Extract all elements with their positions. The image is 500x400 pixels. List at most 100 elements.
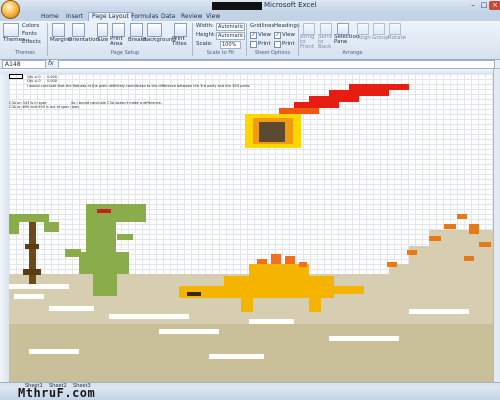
headings-print-label: Print (282, 41, 295, 47)
green-dino-body (79, 252, 129, 274)
arrange-group-label: Arrange (342, 50, 363, 56)
worksheet-grid[interactable]: Qty ≤ 0 0.000 Qty ≥ 0 0.000 I would conc… (9, 74, 497, 382)
tab-insert[interactable]: Insert (63, 12, 86, 21)
print-area-icon[interactable] (112, 23, 125, 37)
align-button[interactable]: Align (357, 35, 371, 41)
size-button[interactable]: Size (97, 37, 108, 43)
lava (407, 250, 417, 255)
background-icon[interactable] (147, 23, 162, 37)
sand-gap (249, 319, 294, 324)
headings-view-checkbox[interactable]: ✓ (274, 32, 281, 39)
group-divider (246, 23, 247, 56)
sand-gap (329, 336, 399, 341)
width-label: Width: (196, 23, 214, 29)
headings-print-checkbox[interactable] (274, 41, 281, 48)
tab-review[interactable]: Review (178, 12, 205, 21)
sand-gap (29, 349, 79, 354)
stego-plate (271, 254, 281, 264)
lava (429, 236, 441, 241)
lava (469, 224, 479, 234)
green-dino-head (86, 204, 146, 222)
height-label: Height: (196, 32, 217, 38)
volcano-slope (409, 246, 497, 264)
effects-button[interactable]: Effects (22, 39, 41, 45)
width-select[interactable]: Automatic (216, 23, 245, 31)
stego-tail (334, 286, 364, 294)
colors-button[interactable]: Colors (22, 23, 39, 29)
palm-trunk (23, 269, 41, 275)
lava (444, 224, 456, 229)
green-dino-legs (93, 274, 117, 296)
sand-gap (49, 306, 94, 311)
breaks-icon[interactable] (130, 23, 143, 37)
orientation-icon[interactable] (72, 23, 85, 37)
ribbon-tabs: Home Insert Page Layout Formulas Data Re… (0, 12, 500, 21)
headings-view-label: View (282, 32, 296, 38)
selection-pane-button[interactable]: Selection Pane (334, 34, 359, 45)
tab-data[interactable]: Data (158, 12, 178, 21)
stego-plate (299, 262, 307, 267)
close-button[interactable]: × (489, 1, 500, 10)
ribbon: Themes Colors Fonts Effects Themes Margi… (0, 21, 500, 60)
stego-eye (187, 292, 201, 296)
orientation-button[interactable]: Orientation (68, 37, 99, 43)
sheet-options-group-label: Sheet Options (254, 50, 291, 56)
group-button[interactable]: Group (372, 35, 389, 41)
green-dino-eye (97, 209, 111, 213)
sand-ground-lower (9, 324, 497, 382)
stego-plate (285, 256, 295, 264)
bring-to-front-button[interactable]: Bring to Front (300, 34, 316, 50)
headings-label: Headings (274, 23, 300, 29)
palm-leaves (9, 214, 49, 222)
sand-gap (159, 329, 219, 334)
sand-gap (9, 284, 69, 289)
tab-home[interactable]: Home (38, 12, 62, 21)
themes-icon[interactable] (3, 23, 19, 37)
green-dino-body (86, 222, 116, 252)
rotate-button[interactable]: Rotate (388, 35, 406, 41)
height-select[interactable]: Automatic (216, 32, 245, 40)
tab-page-layout[interactable]: Page Layout (88, 12, 133, 21)
group-divider (47, 23, 48, 56)
gridlines-view-checkbox[interactable]: ✓ (250, 32, 257, 39)
sand-gap (14, 294, 44, 299)
background-button[interactable]: Background (143, 37, 176, 43)
print-titles-icon[interactable] (174, 23, 187, 37)
tab-view[interactable]: View (203, 12, 223, 21)
title-bar: Microsoft Excel – □ × (0, 0, 500, 19)
rotate-icon[interactable] (389, 23, 401, 35)
palm-leaves (9, 222, 19, 234)
gridlines-print-checkbox[interactable] (250, 41, 257, 48)
fonts-button[interactable]: Fonts (22, 31, 37, 37)
margins-icon[interactable] (52, 23, 65, 37)
lava (479, 242, 491, 247)
fx-icon[interactable]: fx (48, 60, 54, 67)
group-icon[interactable] (373, 23, 385, 35)
office-button[interactable] (1, 0, 20, 19)
tab-formulas[interactable]: Formulas (128, 12, 161, 21)
name-box[interactable]: A148 (2, 60, 46, 69)
green-dino-arm (117, 234, 133, 240)
active-cell[interactable] (9, 74, 23, 79)
size-icon[interactable] (97, 23, 108, 37)
group-divider (298, 23, 299, 56)
formula-input[interactable] (58, 60, 495, 69)
window-title: Microsoft Excel (264, 1, 317, 9)
stego-body (224, 276, 334, 298)
lava (457, 214, 467, 219)
sand-gap (409, 309, 469, 314)
sand-gap (209, 354, 264, 359)
themes-group-label: Themes (15, 50, 35, 56)
vertical-scrollbar[interactable] (493, 69, 500, 382)
align-icon[interactable] (357, 23, 369, 35)
print-titles-button[interactable]: Print Titles (172, 36, 188, 47)
gridlines-label: Gridlines (250, 23, 275, 29)
page-setup-group-label: Page Setup (110, 50, 140, 56)
stego-plate (257, 259, 267, 264)
print-area-button[interactable]: Print Area (110, 36, 126, 47)
send-to-back-button[interactable]: Send to Back (318, 34, 334, 50)
meteor-rock (259, 122, 285, 142)
sand-gap (109, 314, 189, 319)
watermark: MthruF.com (18, 386, 96, 400)
scale-input[interactable]: 100% (220, 41, 241, 49)
